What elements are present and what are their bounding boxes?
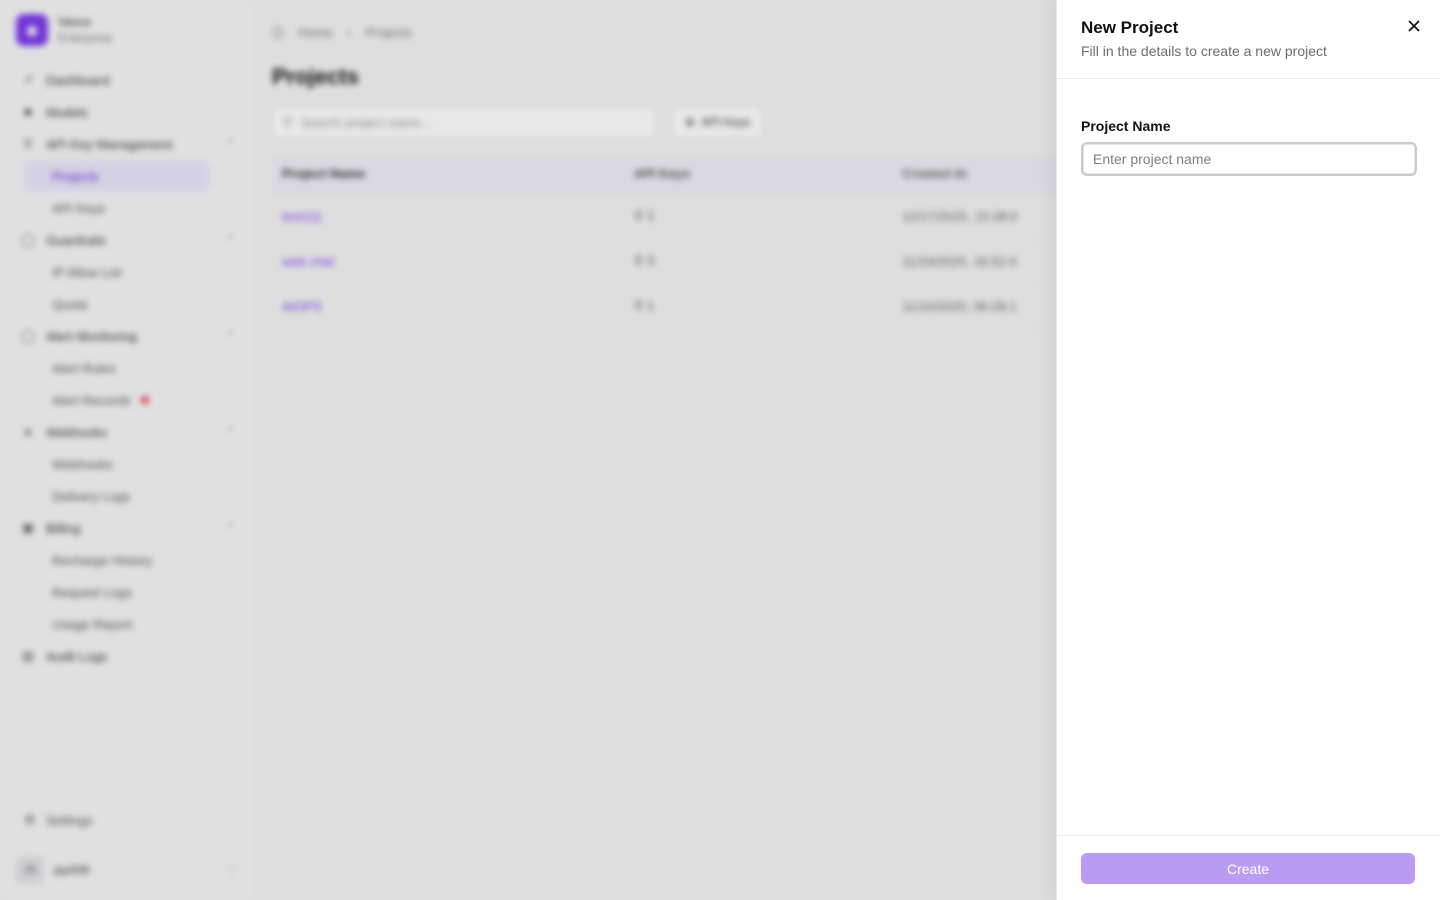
close-button[interactable] — [1404, 16, 1424, 36]
drawer-description: Fill in the details to create a new proj… — [1081, 43, 1327, 59]
project-name-input[interactable] — [1081, 142, 1417, 176]
project-name-label: Project Name — [1081, 118, 1171, 134]
drawer-body: Project Name — [1057, 79, 1440, 176]
new-project-drawer: New Project Fill in the details to creat… — [1056, 0, 1440, 900]
drawer-footer: Create — [1057, 835, 1440, 900]
create-button[interactable]: Create — [1081, 853, 1415, 884]
drawer-header: New Project Fill in the details to creat… — [1057, 0, 1440, 79]
drawer-title: New Project — [1081, 18, 1179, 37]
close-icon — [1408, 20, 1420, 32]
